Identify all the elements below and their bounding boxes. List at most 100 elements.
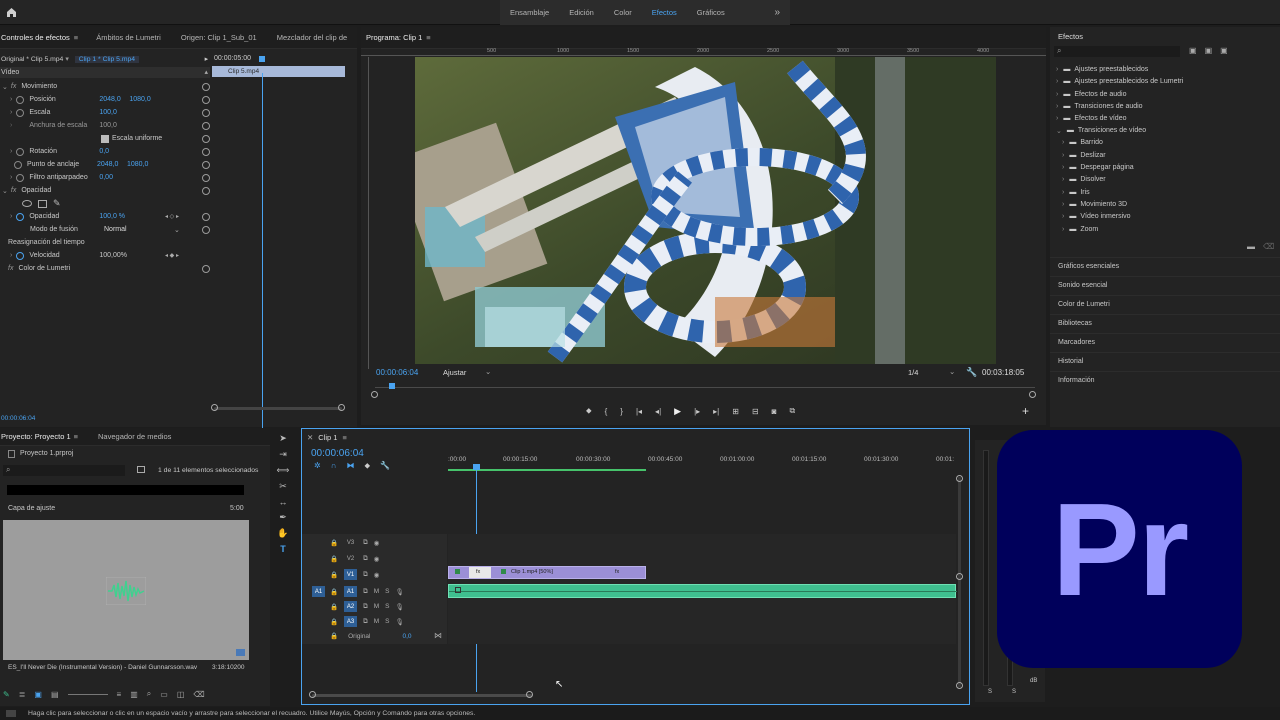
chevron-down-icon[interactable]: ▾	[65, 55, 68, 63]
expand-icon[interactable]: ›	[10, 174, 12, 181]
motion-row[interactable]: ⌄ fx Movimiento	[0, 80, 210, 93]
reset-icon[interactable]	[202, 160, 210, 169]
mini-clip-bar[interactable]: Clip 5.mp4	[212, 66, 345, 77]
stopwatch-icon[interactable]	[16, 251, 25, 260]
insert-icon[interactable]: ⊞	[732, 407, 739, 416]
timeline-ruler[interactable]: :00:00 00:00:15:00 00:00:30:00 00:00:45:…	[448, 453, 958, 471]
master-track[interactable]: 🔒 Original 0,0	[330, 632, 412, 641]
track-label[interactable]: V3	[344, 537, 357, 548]
eye-icon[interactable]: ◉	[374, 555, 380, 563]
mark-out-icon[interactable]: }	[620, 407, 623, 416]
workspace-more-button[interactable]: »	[764, 7, 790, 18]
home-icon[interactable]	[5, 6, 17, 18]
tab-project[interactable]: Proyecto: Proyecto 1	[0, 432, 74, 441]
panel-info[interactable]: Información	[1050, 371, 1280, 389]
reset-icon[interactable]	[202, 264, 210, 273]
panel-essential-graphics[interactable]: Gráficos esenciales	[1050, 257, 1280, 275]
speed-row[interactable]: › Velocidad 100,00% ◂ ◆ ▸	[0, 249, 210, 262]
track-v1[interactable]: 🔒 V1 ⧉ ◉	[330, 569, 379, 580]
selection-tool-icon[interactable]: ➤	[279, 433, 287, 444]
lock-icon[interactable]: 🔒	[330, 632, 338, 640]
opacity-value[interactable]: 100,0 %	[99, 213, 125, 220]
effects-search-input[interactable]: ⌕	[1054, 46, 1180, 57]
source-clip-label[interactable]: Original * Clip 5.mp4	[1, 56, 63, 63]
tree-item[interactable]: › ▬ Ajustes preestablecidos de Lumetri	[1056, 75, 1183, 88]
linked-selection-icon[interactable]: ⧓	[346, 461, 354, 471]
icon-view-icon[interactable]: ▣	[34, 690, 42, 699]
microphone-icon[interactable]: 🎙	[396, 588, 404, 596]
mute-button[interactable]: M	[374, 588, 379, 595]
32bit-effects-icon[interactable]: ▣	[1205, 46, 1213, 55]
section-collapse-icon[interactable]: ▴	[204, 67, 208, 78]
track-v2[interactable]: 🔒 V2 ⧉ ◉	[330, 553, 379, 564]
workspace-tab-efectos[interactable]: Efectos	[642, 8, 687, 17]
zoom-slider[interactable]	[67, 693, 108, 695]
expand-icon[interactable]: ›	[10, 96, 12, 103]
eye-icon[interactable]: ◉	[374, 571, 380, 579]
program-playhead[interactable]	[389, 383, 395, 389]
sync-lock-icon[interactable]: ⧉	[363, 588, 368, 596]
scale-value[interactable]: 100,0	[99, 109, 117, 116]
blend-mode-select[interactable]: Normal	[104, 226, 174, 233]
position-x-value[interactable]: 2048,0	[99, 96, 129, 103]
flicker-row[interactable]: › Filtro antiparpadeo 0,00	[0, 171, 210, 184]
time-remap-row[interactable]: Reasignación del tiempo	[0, 236, 210, 249]
stopwatch-icon[interactable]	[16, 108, 25, 117]
add-marker-icon[interactable]: ⬥	[586, 406, 592, 416]
sync-lock-icon[interactable]: ⧉	[363, 571, 368, 579]
track-a3[interactable]: 🔒 A3 ⧉ M S 🎙	[330, 616, 404, 627]
settings-wrench-icon[interactable]: 🔧	[380, 461, 390, 471]
export-frame-icon[interactable]: ◙	[772, 407, 777, 416]
expand-icon[interactable]: ⌄	[2, 83, 8, 91]
lock-icon[interactable]: 🔒	[330, 603, 338, 611]
scrubber-start-handle[interactable]	[371, 391, 378, 398]
scroll-handle-right[interactable]	[338, 404, 345, 411]
expand-icon[interactable]: ›	[10, 122, 12, 129]
panel-lumetri-color[interactable]: Color de Lumetri	[1050, 295, 1280, 313]
slip-tool-icon[interactable]: ↔	[279, 497, 288, 507]
yuv-effects-icon[interactable]: ▣	[1220, 46, 1228, 55]
comparison-view-icon[interactable]: ⧉	[790, 406, 796, 416]
chevron-down-icon[interactable]: ⌄	[949, 367, 955, 376]
track-a1[interactable]: 🔒 A1 ⧉ M S 🎙	[330, 586, 404, 597]
tree-item[interactable]: › ▬ Zoom	[1062, 223, 1098, 236]
pencil-icon[interactable]: ✎	[3, 690, 10, 699]
sequence-clip-label[interactable]: Clip 1 * Clip 5.mp4	[74, 55, 140, 63]
fit-select[interactable]: Ajustar	[443, 368, 466, 377]
scale-width-row[interactable]: › Anchura de escala 100,0	[0, 119, 210, 132]
hscroll-handle-right[interactable]	[526, 691, 533, 698]
reset-icon[interactable]	[202, 134, 210, 143]
go-to-out-icon[interactable]: ▸|	[713, 407, 719, 416]
track-label[interactable]: A2	[344, 601, 358, 612]
scale-row[interactable]: › Escala 100,0	[0, 106, 210, 119]
chevron-down-icon[interactable]: ⌄	[174, 226, 180, 234]
video-clip[interactable]: fx Clip 1.mp4 [50%] fx	[448, 566, 646, 579]
reset-icon[interactable]	[202, 225, 210, 234]
expand-icon[interactable]: ⌄	[2, 187, 8, 195]
stopwatch-icon[interactable]	[16, 212, 25, 221]
audio-clip[interactable]	[448, 584, 957, 598]
opacity-section-row[interactable]: ⌄ fx Opacidad	[0, 184, 210, 197]
expand-icon[interactable]: ›	[10, 109, 12, 116]
workspace-tab-edicion[interactable]: Edición	[559, 8, 604, 17]
track-v3[interactable]: 🔒 V3 ⧉ ◉	[330, 537, 379, 548]
trash-icon[interactable]: ⌫	[1263, 242, 1274, 251]
project-search-input[interactable]: ⌕	[3, 465, 125, 476]
reset-icon[interactable]	[202, 212, 210, 221]
lock-icon[interactable]: 🔒	[330, 618, 338, 626]
track-label[interactable]: V1	[344, 569, 358, 580]
uniform-scale-checkbox[interactable]	[101, 134, 109, 143]
sync-lock-icon[interactable]: ⧉	[363, 618, 368, 626]
mini-timeline[interactable]: 00:00:05:00 Clip 5.mp4	[212, 53, 347, 431]
lock-icon[interactable]: 🔒	[330, 588, 338, 596]
tab-media-browser[interactable]: Navegador de medios	[88, 432, 181, 441]
eye-icon[interactable]: ◉	[374, 539, 380, 547]
keyframe-nav-icon[interactable]: ◂ ◆ ▸	[165, 252, 179, 259]
flicker-value[interactable]: 0,00	[99, 174, 113, 181]
meter-solo-left[interactable]: S	[988, 689, 992, 695]
overwrite-icon[interactable]: ⊟	[752, 407, 759, 416]
audio-thumbnail[interactable]	[3, 520, 249, 660]
tab-lumetri-scopes[interactable]: Ámbitos de Lumetri	[86, 33, 171, 42]
opacity-row[interactable]: › Opacidad 100,0 % ◂ ◇ ▸	[0, 210, 210, 223]
vscroll-handle-mid[interactable]	[956, 573, 963, 580]
